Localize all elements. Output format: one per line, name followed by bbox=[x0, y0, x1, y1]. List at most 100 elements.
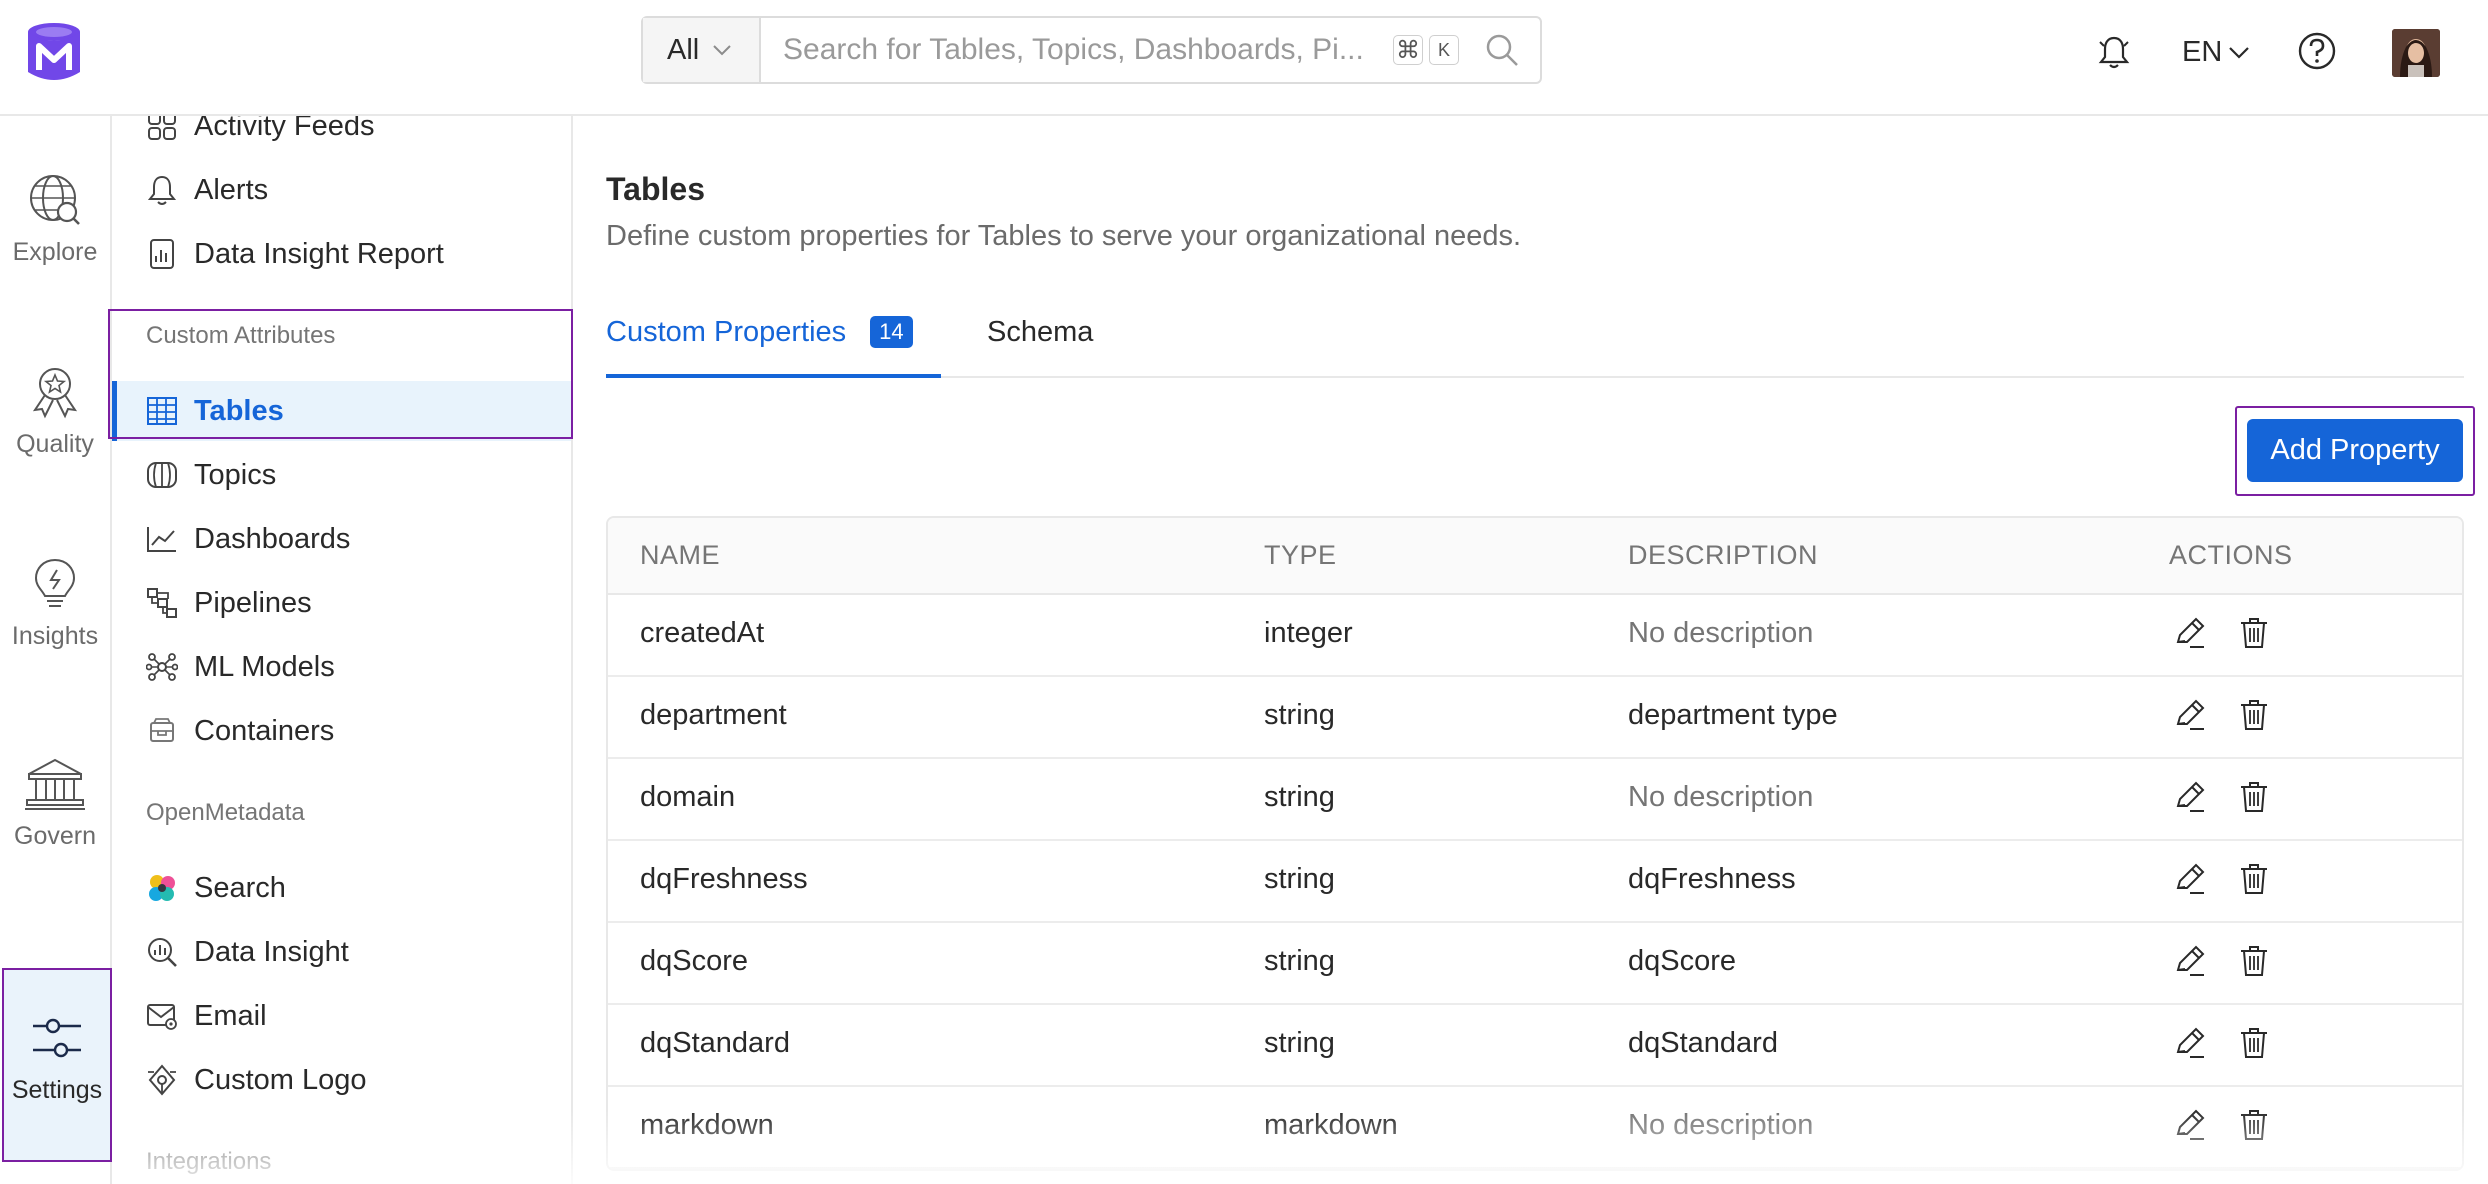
delete-icon[interactable] bbox=[2234, 695, 2274, 735]
property-name: createdAt bbox=[640, 617, 765, 649]
property-description: dqStandard bbox=[1628, 1027, 1778, 1059]
search-scope-dropdown[interactable]: All bbox=[643, 18, 761, 82]
email-settings-icon bbox=[146, 1000, 178, 1032]
menu-label: Containers bbox=[194, 714, 335, 747]
property-description: dqFreshness bbox=[1628, 863, 1796, 895]
property-name: dqScore bbox=[640, 945, 749, 977]
menu-item-search[interactable]: Search bbox=[112, 858, 571, 918]
edit-icon[interactable] bbox=[2169, 1105, 2209, 1145]
search-input[interactable] bbox=[783, 18, 1383, 82]
tab-label: Schema bbox=[987, 316, 1094, 348]
property-type: string bbox=[1264, 945, 1335, 977]
tab-custom-properties[interactable]: Custom Properties 14 bbox=[606, 306, 941, 378]
menu-item-activity-feeds[interactable]: Activity Feeds bbox=[112, 116, 571, 156]
tab-label: Custom Properties bbox=[606, 316, 847, 348]
language-selector[interactable]: EN bbox=[2182, 30, 2250, 74]
search-scope-label: All bbox=[667, 33, 700, 66]
menu-item-data-insight[interactable]: Data Insight bbox=[112, 922, 571, 982]
notification-bell-icon[interactable] bbox=[2094, 32, 2134, 72]
property-type: string bbox=[1264, 1027, 1335, 1059]
settings-menu: Activity Feeds Alerts Data Insight Repor… bbox=[112, 116, 573, 1184]
property-type: string bbox=[1264, 781, 1335, 813]
rail-item-quality[interactable]: Quality bbox=[0, 364, 110, 494]
table-row: department string department type bbox=[608, 677, 2462, 759]
globe-search-icon bbox=[30, 175, 80, 225]
table-row: dqStandard string dqStandard bbox=[608, 1005, 2462, 1087]
delete-icon[interactable] bbox=[2234, 1105, 2274, 1145]
left-navigation-rail: Explore Quality Insights Govern Settings bbox=[0, 116, 112, 1184]
menu-item-ml-models[interactable]: ML Models bbox=[112, 637, 571, 697]
rail-item-settings[interactable]: Settings bbox=[2, 968, 112, 1162]
menu-item-topics[interactable]: Topics bbox=[112, 445, 571, 505]
shortcut-cmd-key: ⌘ bbox=[1393, 35, 1423, 65]
menu-label: Data Insight bbox=[194, 935, 349, 968]
edit-icon[interactable] bbox=[2169, 1023, 2209, 1063]
menu-group-custom-attributes: Custom Attributes bbox=[146, 322, 336, 349]
award-icon bbox=[32, 368, 78, 419]
column-header-name: NAME bbox=[640, 540, 721, 570]
main-content: Tables Define custom properties for Tabl… bbox=[573, 116, 2488, 1184]
top-header: All ⌘ K EN bbox=[0, 0, 2488, 116]
menu-label: Alerts bbox=[194, 173, 269, 206]
search-icon[interactable] bbox=[1485, 33, 1519, 67]
openmetadata-logo[interactable] bbox=[26, 22, 82, 84]
bank-icon bbox=[25, 758, 85, 810]
table-row: dqFreshness string dqFreshness bbox=[608, 841, 2462, 923]
user-avatar[interactable] bbox=[2392, 29, 2440, 77]
property-name: domain bbox=[640, 781, 736, 813]
add-property-button[interactable]: Add Property bbox=[2247, 419, 2463, 482]
menu-item-tables[interactable]: Tables bbox=[112, 381, 571, 441]
tab-schema[interactable]: Schema bbox=[987, 306, 1093, 378]
menu-item-email[interactable]: Email bbox=[112, 986, 571, 1046]
delete-icon[interactable] bbox=[2234, 613, 2274, 653]
data-insight-icon bbox=[146, 936, 178, 968]
menu-label: Search bbox=[194, 871, 286, 904]
language-label: EN bbox=[2182, 35, 2223, 68]
table-row: domain string No description bbox=[608, 759, 2462, 841]
rail-label-insights: Insights bbox=[11, 622, 99, 650]
delete-icon[interactable] bbox=[2234, 777, 2274, 817]
edit-icon[interactable] bbox=[2169, 777, 2209, 817]
page-subtitle: Define custom properties for Tables to s… bbox=[606, 220, 1522, 252]
menu-label: Dashboards bbox=[194, 522, 351, 555]
edit-icon[interactable] bbox=[2169, 941, 2209, 981]
custom-logo-icon bbox=[146, 1064, 178, 1096]
rail-item-insights[interactable]: Insights bbox=[0, 556, 110, 686]
menu-item-dashboards[interactable]: Dashboards bbox=[112, 509, 571, 569]
table-header: NAME TYPE DESCRIPTION ACTIONS bbox=[608, 518, 2462, 595]
table-row: dqScore string dqScore bbox=[608, 923, 2462, 1005]
edit-icon[interactable] bbox=[2169, 695, 2209, 735]
lightbulb-icon bbox=[34, 558, 76, 607]
rail-label-settings: Settings bbox=[11, 1076, 103, 1104]
sliders-icon bbox=[33, 1018, 81, 1058]
column-header-type: TYPE bbox=[1264, 540, 1337, 570]
chevron-down-icon bbox=[2229, 47, 2250, 59]
edit-icon[interactable] bbox=[2169, 859, 2209, 899]
property-description: No description bbox=[1628, 617, 1814, 649]
menu-item-custom-logo[interactable]: Custom Logo bbox=[112, 1050, 571, 1110]
report-icon bbox=[146, 238, 178, 270]
rail-item-explore[interactable]: Explore bbox=[0, 172, 110, 302]
delete-icon[interactable] bbox=[2234, 1023, 2274, 1063]
rail-label-explore: Explore bbox=[12, 238, 98, 266]
property-type: string bbox=[1264, 863, 1335, 895]
menu-item-alerts[interactable]: Alerts bbox=[112, 160, 571, 220]
table-row: markdown markdown No description bbox=[608, 1087, 2462, 1169]
property-description: department type bbox=[1628, 699, 1838, 731]
menu-group-integrations: Integrations bbox=[146, 1148, 272, 1175]
delete-icon[interactable] bbox=[2234, 859, 2274, 899]
column-header-actions: ACTIONS bbox=[2169, 540, 2293, 570]
delete-icon[interactable] bbox=[2234, 941, 2274, 981]
menu-item-pipelines[interactable]: Pipelines bbox=[112, 573, 571, 633]
menu-item-containers[interactable]: Containers bbox=[112, 701, 571, 761]
rail-item-govern[interactable]: Govern bbox=[0, 756, 110, 886]
elastic-search-icon bbox=[146, 872, 178, 904]
menu-item-data-insight-report[interactable]: Data Insight Report bbox=[112, 224, 571, 284]
edit-icon[interactable] bbox=[2169, 613, 2209, 653]
menu-label: Custom Logo bbox=[194, 1063, 367, 1096]
chart-line-icon bbox=[146, 523, 178, 555]
property-name: department bbox=[640, 699, 787, 731]
help-icon[interactable] bbox=[2296, 30, 2338, 72]
page-title: Tables bbox=[606, 171, 705, 207]
tab-bar: Custom Properties 14 Schema bbox=[606, 306, 2464, 378]
